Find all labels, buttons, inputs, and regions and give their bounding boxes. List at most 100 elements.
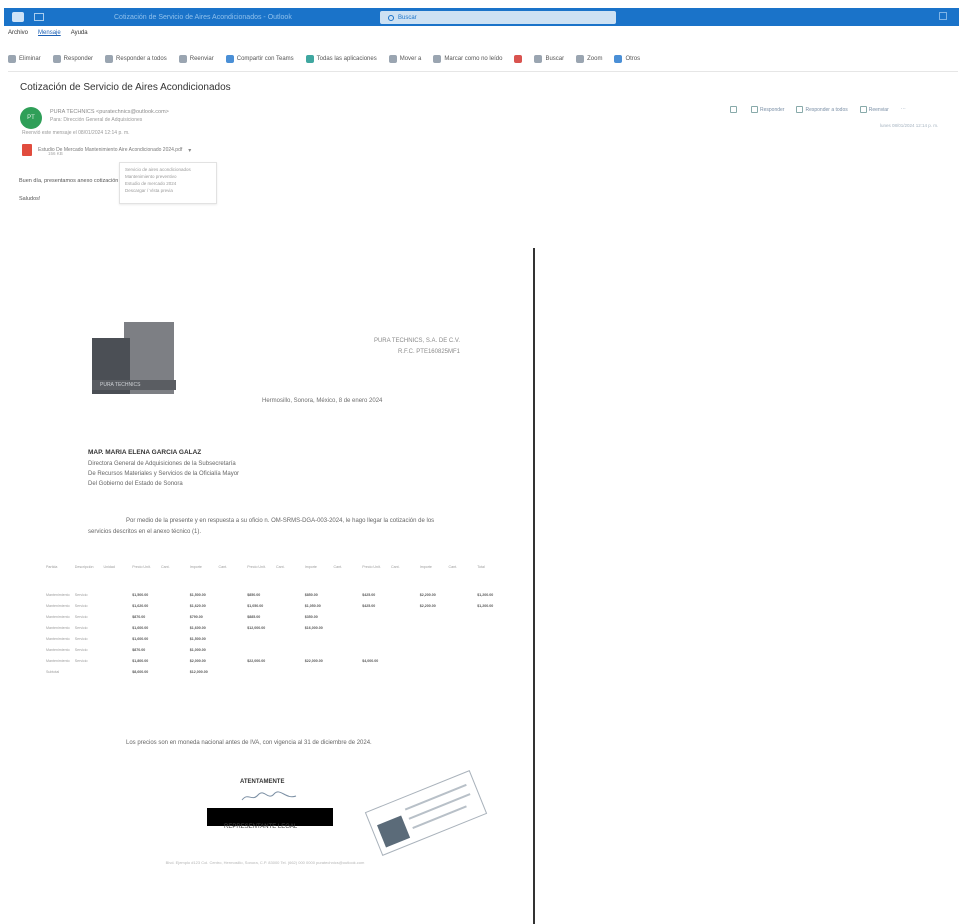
signature — [241, 791, 297, 801]
title-bar: Cotización de Servicio de Aires Acondici… — [4, 8, 959, 26]
save-icon[interactable] — [34, 13, 44, 21]
table-cell: $12,000.00 — [189, 669, 208, 674]
table-cell: Servicio — [74, 625, 88, 630]
smiley-icon — [730, 106, 737, 113]
table-header-cell: Precio Unit. — [362, 565, 381, 569]
menu-mensaje[interactable]: Mensaje — [38, 30, 61, 42]
table-cell: $8,600.00 — [132, 669, 149, 674]
table-cell: $350.00 — [304, 614, 318, 619]
table-cell: Servicio — [74, 614, 88, 619]
forward-label: Reenviar — [189, 55, 214, 62]
teams-icon — [225, 54, 234, 63]
more-button[interactable]: Otros — [614, 54, 640, 63]
company-stamp — [364, 770, 488, 856]
reply-all-action[interactable]: Responder a todos — [796, 106, 848, 113]
table-cell: Servicio — [74, 647, 88, 652]
table-cell: $22,000.00 — [247, 658, 266, 663]
trash-icon — [8, 54, 16, 63]
menu-archivo[interactable]: Archivo — [8, 30, 28, 42]
more-actions-button[interactable]: ⋯ — [901, 106, 906, 113]
table-header-cell: Cant. — [333, 565, 343, 569]
reply-button[interactable]: Responder — [52, 54, 93, 63]
attachment-chip[interactable]: Estudio De Mercado Mantenimiento Aire Ac… — [22, 141, 232, 159]
table-header-cell: Importe — [419, 565, 432, 569]
table-cell: $870.00 — [132, 614, 146, 619]
table-cell: $850.00 — [247, 592, 261, 597]
table-cell: Subtotal — [46, 669, 60, 674]
table-header-cell: Partida — [46, 565, 58, 569]
ellipsis-icon — [614, 54, 623, 63]
intro-paragraph: Por medio de la presente y en respuesta … — [88, 518, 435, 535]
company-name: PURA TECHNICS, S.A. DE C.V. — [373, 338, 460, 344]
prices-note: Los precios son en moneda nacional antes… — [126, 740, 372, 746]
message-actions: Responder Responder a todos Reenviar ⋯ — [730, 106, 906, 113]
company-header: PURA TECHNICS, S.A. DE C.V. R.F.C. PTE16… — [330, 336, 460, 358]
sender[interactable]: PURA TECHNICS <puratechnics@outlook.com> — [50, 109, 169, 115]
reply-action-label: Responder — [760, 106, 785, 113]
table-header-cell: Importe — [304, 565, 317, 569]
table-cell: $425.00 — [362, 592, 376, 597]
close-icon[interactable] — [939, 12, 947, 20]
table-row: Subtotal $8,600.00 $12,000.00 — [46, 666, 506, 677]
attachment-menu-item[interactable]: Servicio de aires acondicionados — [125, 166, 211, 173]
table-body: Mantenimiento Servicio $1,500.00 $1,500.00 $… — [46, 589, 506, 677]
logo-text: PURA TECHNICS — [92, 380, 176, 390]
reply-action[interactable]: Responder — [751, 106, 784, 113]
delete-button[interactable]: Eliminar — [8, 54, 41, 63]
flag-button[interactable] — [514, 54, 523, 63]
mark-unread-button[interactable]: Marcar como no leído — [433, 54, 502, 63]
share-teams-button[interactable]: Compartir con Teams — [225, 54, 294, 63]
forward-button[interactable]: Reenviar — [178, 54, 214, 63]
table-header-cell: Descripción — [74, 565, 94, 569]
table-row: Mantenimiento Servicio $1,600.00 $1,500.00 — [46, 633, 506, 644]
table-cell: $885.00 — [247, 614, 261, 619]
email-body-greeting: Buen día, presentamos anexo cotización — [19, 178, 119, 184]
zoom-button[interactable]: Zoom — [576, 54, 603, 63]
table-cell: Servicio — [74, 658, 88, 663]
email-body-closing: Saludos! — [19, 196, 41, 202]
flag-icon — [514, 54, 523, 63]
forwarded-notice: Reenvió este mensaje el 08/01/2024 12:14… — [22, 130, 130, 136]
emoji-react-button[interactable] — [730, 106, 739, 113]
table-cell: $1,000.00 — [189, 647, 206, 652]
table-cell: $2,000.00 — [189, 658, 206, 663]
table-cell: Servicio — [74, 603, 88, 608]
table-cell: $1,050.00 — [247, 603, 264, 608]
avatar[interactable]: PT — [20, 107, 42, 129]
outlook-icon — [12, 12, 24, 22]
addressee-name: MAP. MARIA ELENA GARCIA GALAZ — [88, 449, 202, 456]
table-header-cell: Cant. — [276, 565, 285, 569]
attachment-menu-item[interactable]: Descargar / Vista previa — [125, 187, 211, 194]
table-cell: Mantenimiento — [46, 625, 70, 630]
zoom-label: Zoom — [587, 55, 603, 62]
forward-action-label: Reenviar — [868, 106, 889, 113]
forward-action[interactable]: Reenviar — [859, 106, 889, 113]
find-label: Buscar — [545, 55, 565, 62]
attachment-menu-item[interactable]: Mantenimiento preventivo — [125, 173, 211, 180]
table-cell: $2,200.00 — [419, 592, 436, 597]
chevron-down-icon[interactable]: ▾ — [188, 147, 191, 154]
company-rfc: R.F.C. PTE160825MF1 — [397, 349, 460, 355]
addressee-line: Del Gobierno del Estado de Sonora — [88, 481, 183, 487]
addressee-line: De Recursos Materiales y Servicios de la… — [88, 471, 240, 477]
table-cell: Mantenimiento — [46, 614, 70, 619]
table-header-cell: Precio Unit. — [132, 565, 151, 569]
move-to-button[interactable]: Mover a — [388, 54, 421, 63]
search-box[interactable]: Buscar — [380, 11, 616, 24]
find-button[interactable]: Buscar — [534, 54, 565, 63]
outlook-window: Cotización de Servicio de Aires Acondici… — [0, 0, 963, 924]
reply-all-button[interactable]: Responder a todos — [105, 54, 167, 63]
reply-icon — [751, 106, 758, 113]
table-cell: $1,500.00 — [189, 592, 206, 597]
table-cell: $1,620.00 — [132, 603, 149, 608]
table-cell: $22,000.00 — [304, 658, 323, 663]
company-logo: PURA TECHNICS — [92, 322, 176, 394]
attachment-menu-item[interactable]: Estudio de mercado 2024 — [125, 180, 211, 187]
reply-all-action-label: Responder a todos — [805, 106, 848, 113]
table-cell: $425.00 — [362, 603, 376, 608]
search-icon — [388, 14, 394, 21]
pdf-icon — [22, 144, 32, 156]
table-header-cell: Importe — [189, 565, 202, 569]
menu-ayuda[interactable]: Ayuda — [71, 30, 88, 42]
all-apps-button[interactable]: Todas las aplicaciones — [305, 54, 377, 63]
